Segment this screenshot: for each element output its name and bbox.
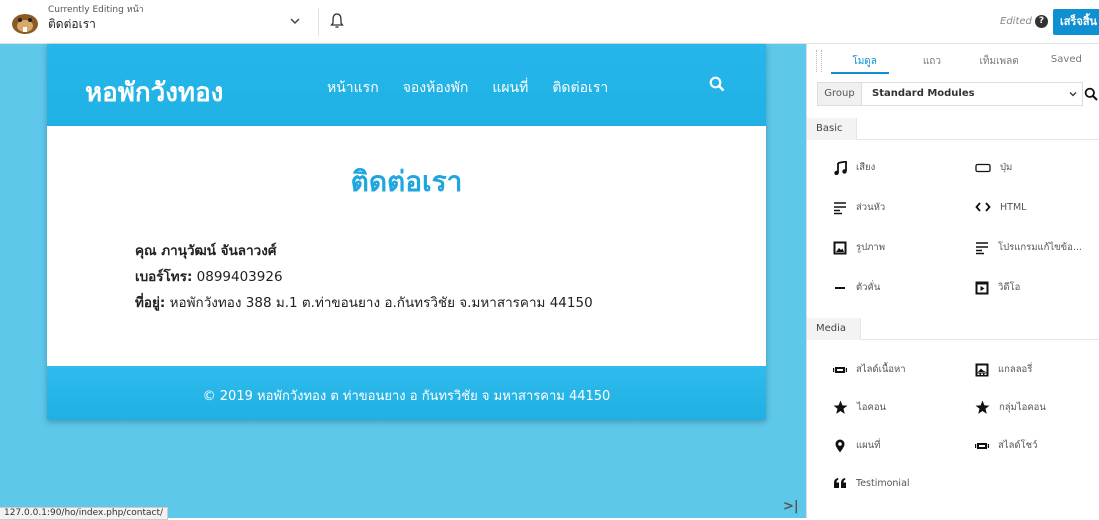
button-icon	[975, 163, 991, 172]
tab-templates[interactable]: เท็มเพลต	[966, 54, 1033, 73]
group-label: Group	[818, 83, 862, 105]
section-media: Media	[807, 318, 1099, 340]
module-label: โปรแกรมแก้ไขข้อ...	[998, 242, 1082, 253]
contact-info: คุณ ภานุวัฒน์ จันลาวงศ์ เบอร์โทร: 089940…	[135, 238, 593, 316]
module-label: แผนที่	[856, 440, 881, 451]
search-icon[interactable]	[1084, 87, 1098, 101]
code-icon	[975, 202, 991, 212]
module-label: HTML	[1000, 201, 1027, 213]
help-icon[interactable]: ?	[1035, 15, 1048, 28]
module-label: วิดีโอ	[998, 282, 1021, 293]
nav-map[interactable]: แผนที่	[492, 77, 528, 99]
group-value: Standard Modules	[872, 88, 975, 99]
edited-status: Edited	[1000, 16, 1032, 27]
image-icon	[833, 241, 847, 254]
search-icon[interactable]	[709, 76, 725, 92]
icon-group-icon	[975, 400, 990, 414]
module-slideshow[interactable]: สไลด์โชว์	[975, 438, 1037, 453]
site-brand[interactable]: หอพักวังทอง	[85, 72, 223, 113]
section-media-title: Media	[807, 318, 862, 340]
page-title: ติดต่อเรา	[350, 165, 463, 198]
group-select[interactable]: Group Standard Modules	[817, 82, 1083, 106]
map-pin-icon	[835, 439, 845, 452]
site-preview: หอพักวังทอง หน้าแรก จองห้องพัก แผนที่ ติ…	[47, 44, 766, 420]
module-map[interactable]: แผนที่	[833, 438, 880, 453]
module-label: ไอคอน	[857, 402, 887, 413]
site-footer: © 2019 หอพักวังทอง ต ท่าขอนยาง อ กันทรวิ…	[47, 366, 766, 420]
collapse-panel-icon[interactable]: >|	[783, 499, 799, 514]
video-icon	[975, 281, 989, 294]
modules-panel: โมดูล แถว เท็มเพลต Saved Group Standard …	[806, 44, 1099, 518]
module-gallery[interactable]: แกลลอรี่	[975, 362, 1032, 377]
module-label: เสียง	[856, 162, 876, 173]
module-label: ปุ่ม	[1000, 162, 1013, 173]
browser-status-url: 127.0.0.1:90/ho/index.php/contact/	[0, 507, 169, 520]
divider	[318, 8, 319, 36]
site-content: ติดต่อเรา คุณ ภานุวัฒน์ จันลาวงศ์ เบอร์โ…	[47, 126, 766, 366]
heading-icon	[834, 201, 846, 214]
star-icon	[833, 400, 848, 414]
chevron-down-icon	[1069, 92, 1077, 97]
chevron-down-icon[interactable]	[288, 14, 302, 28]
phone-label: เบอร์โทร:	[135, 269, 193, 285]
module-audio[interactable]: เสียง	[833, 160, 875, 175]
separator-icon	[835, 286, 845, 289]
done-button[interactable]: เสร็จสิ้น	[1053, 9, 1099, 35]
contact-name: คุณ ภานุวัฒน์ จันลาวงศ์	[135, 243, 277, 259]
music-note-icon	[834, 160, 847, 175]
panel-tabs: โมดูล แถว เท็มเพลต Saved	[831, 54, 1099, 73]
module-label: Testimonial	[856, 477, 910, 489]
module-label: ส่วนหัว	[856, 202, 886, 213]
module-video[interactable]: วิดีโอ	[975, 280, 1020, 295]
nav-booking[interactable]: จองห้องพัก	[403, 77, 469, 99]
module-label: สไลด์เนื้อหา	[856, 364, 906, 375]
active-tab-indicator	[831, 72, 889, 74]
gallery-icon	[975, 363, 989, 376]
module-label: แกลลอรี่	[998, 364, 1033, 375]
page-canvas: หอพักวังทอง หน้าแรก จองห้องพัก แผนที่ ติ…	[0, 44, 806, 520]
section-basic-title: Basic	[807, 118, 858, 140]
module-label: กลุ่มไอคอน	[999, 402, 1046, 413]
module-heading[interactable]: ส่วนหัว	[833, 200, 885, 215]
nav-contact[interactable]: ติดต่อเรา	[552, 77, 608, 99]
tab-modules[interactable]: โมดูล	[831, 54, 898, 73]
module-icon[interactable]: ไอคอน	[833, 400, 886, 415]
site-nav: หน้าแรก จองห้องพัก แผนที่ ติดต่อเรา	[327, 77, 608, 99]
site-header: หอพักวังทอง หน้าแรก จองห้องพัก แผนที่ ติ…	[47, 44, 766, 126]
text-editor-icon	[976, 241, 988, 254]
editing-label: Currently Editing หน้า	[48, 5, 144, 15]
page-name: ติดต่อเรา	[48, 17, 96, 31]
beaver-logo-icon[interactable]	[8, 10, 42, 36]
content-slider-icon	[833, 366, 847, 373]
bell-icon[interactable]	[328, 12, 346, 30]
address-label: ที่อยู่:	[135, 295, 166, 311]
module-separator[interactable]: ตัวคั่น	[833, 280, 880, 295]
drag-handle[interactable]	[816, 50, 822, 72]
module-label: ตัวคั่น	[856, 282, 881, 293]
editing-info[interactable]: Currently Editing หน้า ติดต่อเรา	[48, 4, 318, 32]
module-icon-group[interactable]: กลุ่มไอคอน	[975, 400, 1046, 415]
builder-topbar: Currently Editing หน้า ติดต่อเรา Edited …	[0, 0, 1099, 44]
module-photo[interactable]: รูปภาพ	[833, 240, 885, 255]
copyright-text: © 2019 หอพักวังทอง ต ท่าขอนยาง อ กันทรวิ…	[202, 389, 611, 404]
module-text-editor[interactable]: โปรแกรมแก้ไขข้อ...	[975, 240, 1082, 255]
module-testimonial[interactable]: Testimonial	[833, 476, 910, 490]
nav-home[interactable]: หน้าแรก	[327, 77, 379, 99]
module-button[interactable]: ปุ่ม	[975, 160, 1012, 175]
tab-saved[interactable]: Saved	[1033, 54, 1099, 73]
module-label: สไลด์โชว์	[998, 440, 1038, 451]
phone-value: 0899403926	[196, 269, 283, 285]
module-content-slider[interactable]: สไลด์เนื้อหา	[833, 362, 906, 377]
module-html[interactable]: HTML	[975, 200, 1026, 214]
section-basic: Basic	[807, 118, 1099, 140]
address-value: หอพักวังทอง 388 ม.1 ต.ท่าขอนยาง อ.กันทรว…	[169, 295, 593, 311]
tab-rows[interactable]: แถว	[898, 54, 965, 73]
quote-icon	[834, 478, 846, 488]
module-label: รูปภาพ	[856, 242, 885, 253]
slideshow-icon	[975, 442, 989, 449]
